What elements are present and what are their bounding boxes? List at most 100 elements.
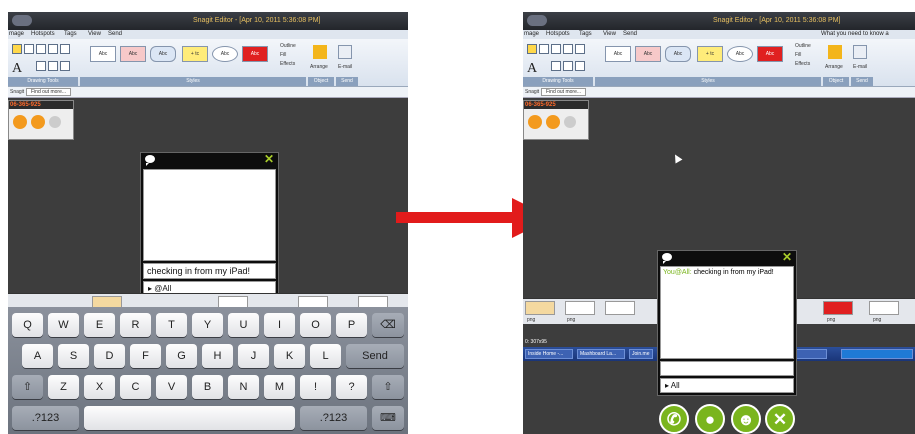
key-c[interactable]: C: [120, 375, 151, 399]
highlight-tool-icon[interactable]: [575, 44, 585, 54]
arrow-tool-icon[interactable]: [539, 44, 549, 54]
fill-option[interactable]: Fill: [280, 52, 286, 58]
key-n[interactable]: N: [228, 375, 259, 399]
taskbar-item[interactable]: Inside Home -...: [525, 349, 573, 359]
style-swatch-1[interactable]: Abc: [605, 46, 631, 62]
style-swatch-6[interactable]: Abc: [242, 46, 268, 62]
key-p[interactable]: P: [336, 313, 367, 337]
eraser-tool-icon[interactable]: [60, 61, 70, 71]
key-u[interactable]: U: [228, 313, 259, 337]
recipient-selector[interactable]: ▸ All: [660, 378, 794, 393]
arrow-tool-icon[interactable]: [24, 44, 34, 54]
key-y[interactable]: Y: [192, 313, 223, 337]
style-swatch-3[interactable]: Abc: [665, 46, 691, 62]
key-g[interactable]: G: [166, 344, 197, 368]
participants-icon[interactable]: [31, 115, 45, 129]
key-k[interactable]: K: [274, 344, 305, 368]
thumbnail[interactable]: [823, 301, 853, 315]
key-j[interactable]: J: [238, 344, 269, 368]
outline-option[interactable]: Outline: [795, 43, 811, 49]
menu-hotspots[interactable]: Hotspots: [31, 31, 55, 37]
menu-image[interactable]: mage: [9, 31, 24, 37]
key-l[interactable]: L: [310, 344, 341, 368]
key-d[interactable]: D: [94, 344, 125, 368]
arrange-icon[interactable]: [828, 45, 842, 59]
effects-option[interactable]: Effects: [795, 61, 810, 67]
phone-button[interactable]: ✆: [659, 404, 689, 434]
numbers-key-right[interactable]: .?123: [300, 406, 367, 430]
key-question[interactable]: ?: [336, 375, 367, 399]
highlight-tool-icon[interactable]: [60, 44, 70, 54]
joinme-mini-window[interactable]: 06-365-925: [523, 100, 589, 140]
key-m[interactable]: M: [264, 375, 295, 399]
numbers-key-left[interactable]: .?123: [12, 406, 79, 430]
stamp-tool-icon[interactable]: [36, 44, 46, 54]
shift-key-right[interactable]: ⇧: [372, 375, 404, 399]
shape-tool-icon[interactable]: [36, 61, 46, 71]
participants-icon[interactable]: [546, 115, 560, 129]
menu-image[interactable]: mage: [524, 31, 539, 37]
key-i[interactable]: I: [264, 313, 295, 337]
settings-icon[interactable]: [49, 116, 61, 128]
space-bar[interactable]: [84, 406, 295, 430]
style-swatch-6[interactable]: Abc: [757, 46, 783, 62]
find-out-more-button[interactable]: Find out more...: [26, 88, 72, 96]
key-exclamation[interactable]: !: [300, 375, 331, 399]
style-swatch-4[interactable]: + tc: [182, 46, 208, 62]
backspace-key[interactable]: ⌫: [372, 313, 404, 337]
arrange-icon[interactable]: [313, 45, 327, 59]
key-f[interactable]: F: [130, 344, 161, 368]
style-swatch-1[interactable]: Abc: [90, 46, 116, 62]
menu-tags[interactable]: Tags: [579, 31, 592, 37]
shape-tool-icon[interactable]: [551, 61, 561, 71]
text-tool-icon[interactable]: A: [527, 61, 537, 77]
thumbnail[interactable]: [605, 301, 635, 315]
menu-hotspots[interactable]: Hotspots: [546, 31, 570, 37]
find-out-more-button[interactable]: Find out more...: [541, 88, 587, 96]
effects-option[interactable]: Effects: [280, 61, 295, 67]
close-icon[interactable]: ✕: [264, 152, 274, 166]
key-x[interactable]: X: [84, 375, 115, 399]
send-key[interactable]: Send: [346, 344, 404, 368]
quick-access-toolbar[interactable]: [527, 15, 547, 26]
menu-view[interactable]: View: [88, 31, 101, 37]
phone-icon[interactable]: [13, 115, 27, 129]
thumbnail[interactable]: [565, 301, 595, 315]
fill-tool-icon[interactable]: [48, 61, 58, 71]
key-s[interactable]: S: [58, 344, 89, 368]
style-swatch-2[interactable]: Abc: [120, 46, 146, 62]
text-tool-icon[interactable]: A: [12, 61, 22, 77]
key-w[interactable]: W: [48, 313, 79, 337]
chat-input[interactable]: [660, 361, 794, 376]
taskbar-item[interactable]: Join.me: [629, 349, 653, 359]
hide-keyboard-key[interactable]: ⌨: [372, 406, 404, 430]
email-icon[interactable]: [853, 45, 867, 59]
close-icon[interactable]: ✕: [782, 250, 792, 264]
chat-button[interactable]: ●: [695, 404, 725, 434]
quick-access-toolbar[interactable]: [12, 15, 32, 26]
email-icon[interactable]: [338, 45, 352, 59]
key-a[interactable]: A: [22, 344, 53, 368]
key-t[interactable]: T: [156, 313, 187, 337]
style-swatch-5[interactable]: Abc: [212, 46, 238, 62]
thumbnail[interactable]: [869, 301, 899, 315]
participants-button[interactable]: ☻: [731, 404, 761, 434]
shift-key-left[interactable]: ⇧: [12, 375, 43, 399]
menu-send[interactable]: Send: [623, 31, 637, 37]
chat-input[interactable]: checking in from my iPad!: [143, 263, 276, 279]
menu-view[interactable]: View: [603, 31, 616, 37]
style-swatch-3[interactable]: Abc: [150, 46, 176, 62]
key-q[interactable]: Q: [12, 313, 43, 337]
key-e[interactable]: E: [84, 313, 115, 337]
thumbnail[interactable]: [525, 301, 555, 315]
key-h[interactable]: H: [202, 344, 233, 368]
pen-tool-icon[interactable]: [48, 44, 58, 54]
key-r[interactable]: R: [120, 313, 151, 337]
end-button[interactable]: ✕: [765, 404, 795, 434]
fill-option[interactable]: Fill: [795, 52, 801, 58]
key-b[interactable]: B: [192, 375, 223, 399]
joinme-mini-window[interactable]: 06-365-925: [8, 100, 74, 140]
phone-icon[interactable]: [528, 115, 542, 129]
key-z[interactable]: Z: [48, 375, 79, 399]
key-o[interactable]: O: [300, 313, 331, 337]
